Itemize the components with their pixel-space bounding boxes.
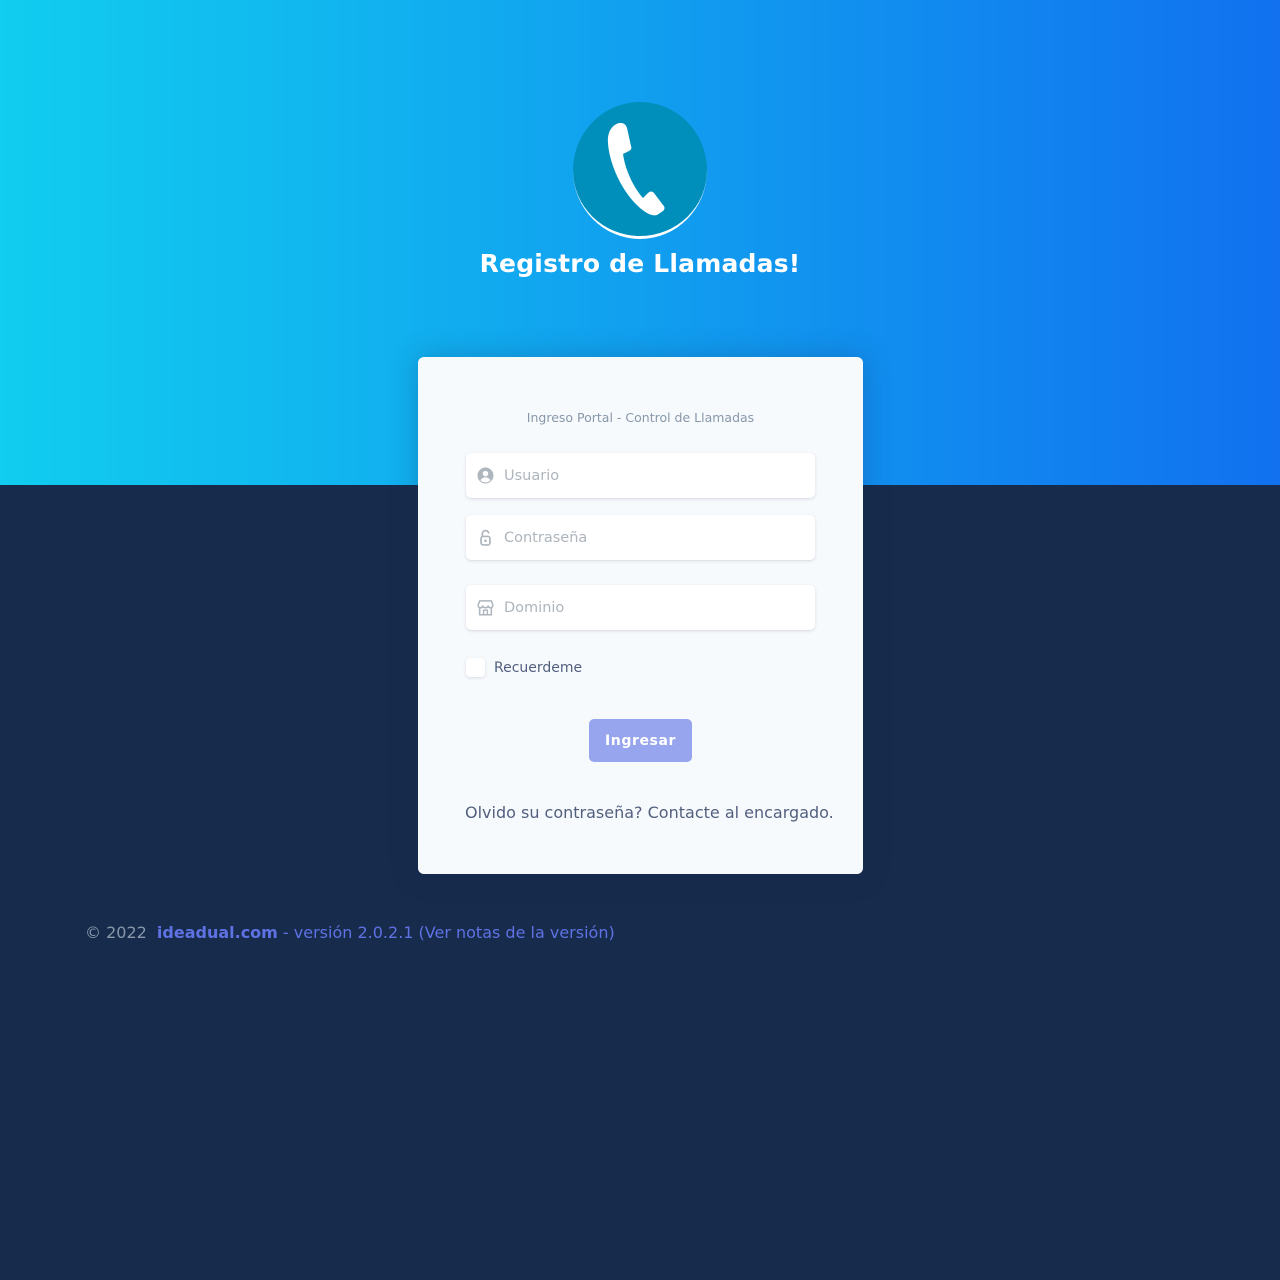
remember-me[interactable]: Recuerdeme [466,658,582,677]
login-button[interactable]: Ingresar [589,719,692,762]
forgot-password-text: Olvido su contraseña? Contacte al encarg… [465,803,834,822]
lock-icon [480,529,491,546]
copyright-text: © 2022 [85,923,147,942]
username-input[interactable] [504,453,804,498]
password-input[interactable] [504,515,804,560]
remember-checkbox[interactable] [466,658,485,677]
username-field[interactable] [466,453,815,498]
phone-icon [607,123,665,216]
version-text: - versión 2.0.2.1 [277,923,419,942]
version-notes-link[interactable]: (Ver notas de la versión) [419,923,615,942]
ideadual-link[interactable]: ideadual.com [157,923,278,942]
remember-label[interactable]: Recuerdeme [494,660,582,676]
domain-input[interactable] [504,585,804,630]
user-circle-icon [477,467,494,484]
domain-field[interactable] [466,585,815,630]
brand-header: Registro de Llamadas! [0,102,1280,278]
footer: © 2022 ideadual.com - versión 2.0.2.1 (V… [85,923,615,942]
login-page: Registro de Llamadas! Ingreso Portal - C… [0,0,1280,1280]
store-icon [477,600,494,616]
password-field[interactable] [466,515,815,560]
logo [573,102,707,239]
app-title: Registro de Llamadas! [479,249,801,278]
login-card: Ingreso Portal - Control de Llamadas Usu… [418,357,863,874]
card-subtitle: Ingreso Portal - Control de Llamadas [526,410,755,425]
